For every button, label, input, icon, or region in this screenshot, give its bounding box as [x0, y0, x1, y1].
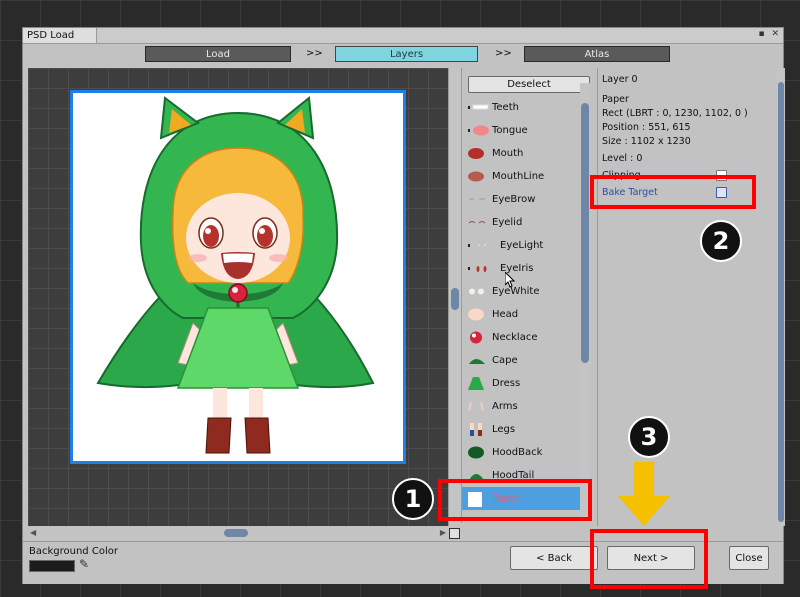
layer-label: EyeBrow: [492, 194, 536, 205]
callout-badge-two: 2: [700, 220, 742, 262]
highlight-box-bake-target: [590, 175, 756, 209]
layer-item-head[interactable]: Head: [462, 303, 580, 326]
step-separator: >>: [495, 48, 512, 59]
step-bar: Load >> Layers >> Atlas: [23, 44, 783, 64]
layer-item-dress[interactable]: Dress: [462, 372, 580, 395]
legs-thumbnail-icon: [470, 423, 482, 436]
eyedropper-icon[interactable]: ✎: [79, 557, 89, 571]
eyeiris-thumbnail-icon: [468, 266, 487, 272]
window-controls[interactable]: ▪ ✕: [758, 29, 781, 39]
mouthline-thumbnail-icon: [468, 171, 484, 182]
layer-item-eyebrow[interactable]: EyeBrow: [462, 188, 580, 211]
layer-item-arms[interactable]: Arms: [462, 395, 580, 418]
properties-scroll-thumb[interactable]: [778, 82, 784, 522]
arms-thumbnail-icon: [468, 401, 484, 412]
layer-label: MouthLine: [492, 171, 545, 182]
background-color-label: Background Color: [29, 546, 118, 557]
layer-item-mouthline[interactable]: MouthLine: [462, 165, 580, 188]
layer-item-mouth[interactable]: Mouth: [462, 142, 580, 165]
layer-label: Eyelid: [492, 217, 523, 228]
scroll-left-arrow-icon[interactable]: ◀: [30, 528, 36, 537]
layer-label: Teeth: [492, 102, 519, 113]
layer-item-eyeiris[interactable]: EyeIris: [462, 257, 580, 280]
layer-label: Legs: [492, 424, 516, 435]
prop-rect: Rect (LBRT : 0, 1230, 1102, 0 ): [602, 108, 748, 119]
prop-layer-index: Layer 0: [602, 74, 638, 85]
layer-label: Mouth: [492, 148, 524, 159]
layer-list-scroll-thumb[interactable]: [581, 103, 589, 363]
prop-position: Position : 551, 615: [602, 122, 691, 133]
eyebrow-thumbnail-icon: [469, 198, 485, 200]
layer-item-teeth[interactable]: Teeth: [462, 96, 580, 119]
back-button[interactable]: < Back: [510, 546, 598, 570]
callout-badge-one: 1: [392, 478, 434, 520]
callout-badge-three: 3: [628, 416, 670, 458]
mouth-thumbnail-icon: [468, 148, 484, 159]
layer-properties-panel: Layer 0 Paper Rect (LBRT : 0, 1230, 1102…: [597, 68, 778, 526]
step-separator: >>: [306, 48, 323, 59]
preview-vertical-scrollbar[interactable]: [448, 68, 461, 526]
highlight-box-next-button: [590, 529, 708, 589]
preview-hscroll-thumb[interactable]: [224, 529, 248, 537]
layer-preview-pane[interactable]: [28, 68, 454, 526]
layer-label: Head: [492, 309, 519, 320]
step-load[interactable]: Load: [145, 46, 291, 62]
deselect-button[interactable]: Deselect: [468, 76, 590, 93]
window-title[interactable]: PSD Load: [23, 28, 97, 43]
layer-item-necklace[interactable]: Necklace: [462, 326, 580, 349]
layer-list-scrollbar[interactable]: [580, 83, 590, 523]
hoodback-thumbnail-icon: [468, 446, 484, 459]
highlight-box-paper-layer: [438, 479, 592, 521]
close-button[interactable]: Close: [729, 546, 769, 570]
layer-label: EyeLight: [500, 240, 544, 251]
layer-label: EyeWhite: [492, 286, 540, 297]
layer-item-cape[interactable]: Cape: [462, 349, 580, 372]
properties-scrollbar[interactable]: [777, 68, 785, 526]
layer-item-eyelight[interactable]: EyeLight: [462, 234, 580, 257]
tongue-thumbnail-icon: [468, 125, 489, 136]
prop-layer-name: Paper: [602, 94, 629, 105]
down-arrow-icon: [618, 462, 670, 526]
layer-item-legs[interactable]: Legs: [462, 418, 580, 441]
scroll-right-arrow-icon[interactable]: ▶: [440, 528, 446, 537]
eyelight-thumbnail-icon: [468, 244, 486, 247]
layer-item-eyelid[interactable]: Eyelid: [462, 211, 580, 234]
layer-label: Cape: [492, 355, 518, 366]
layer-item-eyewhite[interactable]: EyeWhite: [462, 280, 580, 303]
layer-label: Arms: [492, 401, 518, 412]
layer-item-tongue[interactable]: Tongue: [462, 119, 580, 142]
preview-vscroll-thumb[interactable]: [451, 288, 459, 310]
layer-label: HoodBack: [492, 447, 543, 458]
prop-size: Size : 1102 x 1230: [602, 136, 691, 147]
head-thumbnail-icon: [468, 308, 484, 321]
character-preview-image: [70, 90, 406, 464]
teeth-thumbnail-icon: [468, 104, 489, 110]
layer-label: Dress: [492, 378, 521, 389]
mouse-cursor-icon: [505, 272, 515, 288]
step-atlas[interactable]: Atlas: [524, 46, 670, 62]
layer-list: Teeth Tongue Mouth MouthLine EyeBrow Eye…: [462, 96, 580, 510]
layer-list-panel: Deselect Teeth Tongue Mouth MouthLine Ey…: [461, 68, 592, 523]
resize-handle[interactable]: [449, 528, 460, 539]
dress-thumbnail-icon: [468, 377, 484, 390]
eyewhite-thumbnail-icon: [469, 288, 484, 295]
chibi-character-illustration: [96, 96, 375, 454]
step-layers[interactable]: Layers: [335, 46, 478, 62]
layer-item-hoodback[interactable]: HoodBack: [462, 441, 580, 464]
title-bar: PSD Load ▪ ✕: [23, 28, 783, 44]
eyelid-thumbnail-icon: [468, 221, 486, 224]
cape-thumbnail-icon: [469, 359, 485, 364]
layer-label: Tongue: [492, 125, 528, 136]
background-color-swatch[interactable]: [29, 560, 75, 572]
necklace-thumbnail-icon: [470, 331, 482, 344]
preview-horizontal-scrollbar[interactable]: ◀ ▶: [28, 527, 448, 539]
layer-label: Necklace: [492, 332, 538, 343]
prop-level: Level : 0: [602, 153, 643, 164]
